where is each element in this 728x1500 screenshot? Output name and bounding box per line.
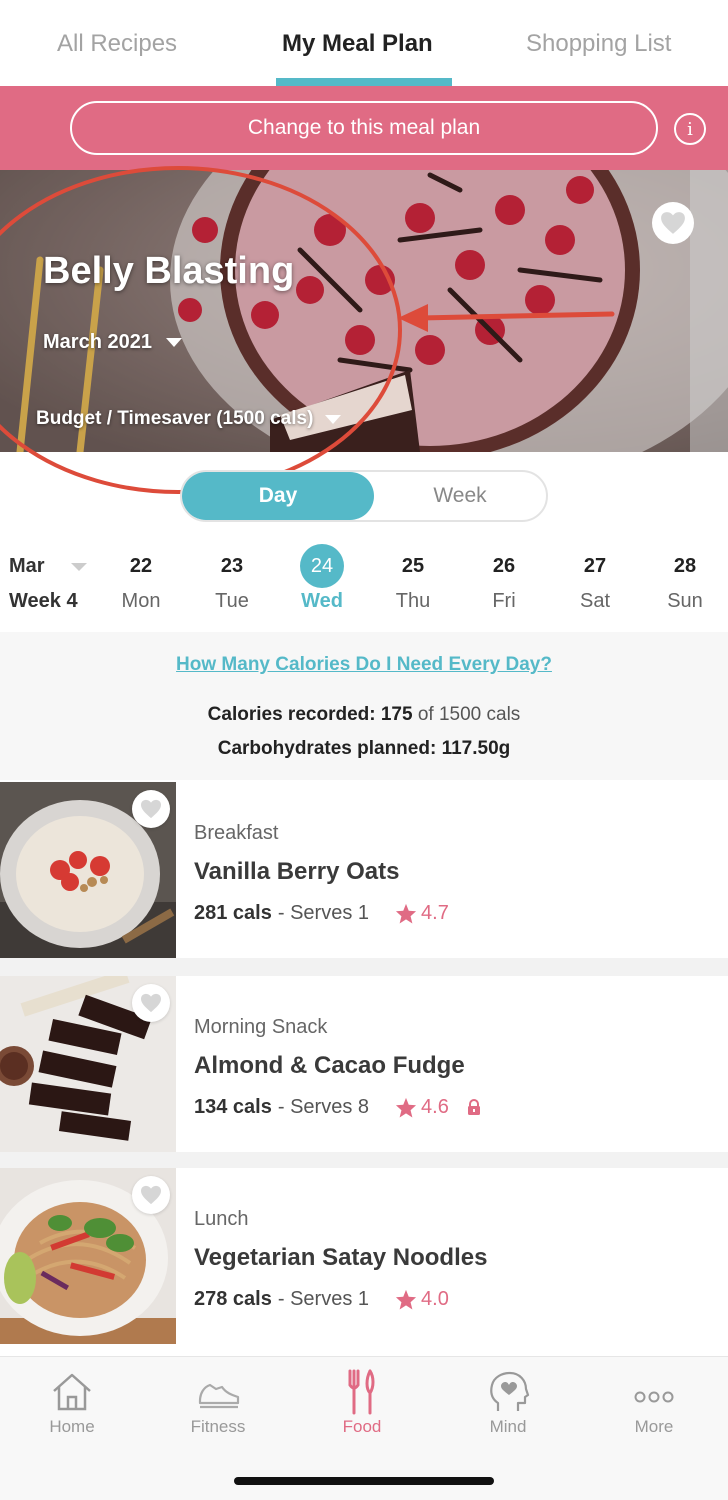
head-heart-icon [490,1371,530,1411]
meal-calories: 134 cals [194,1096,272,1118]
week-month-label[interactable]: Mar [9,555,45,578]
home-icon [53,1373,91,1411]
caret-down-icon [165,338,182,347]
calories-target: of 1500 cals [417,704,521,725]
month-label: March 2021 [43,331,152,353]
calories-recorded-value: 175 [380,704,413,725]
active-tab-indicator [276,78,452,86]
meal-calories: 278 cals [194,1288,272,1310]
day-number: 28 [673,555,697,577]
nav-label: Mind [489,1417,527,1436]
meal-rating: 4.0 [395,1288,449,1311]
top-tab-bar: All Recipes My Meal Plan Shopping List [0,0,728,86]
favorite-heart-icon[interactable] [132,984,170,1022]
info-icon[interactable]: i [674,113,706,145]
meal-type: Lunch [194,1208,249,1230]
shoe-icon [198,1383,240,1409]
meal-serves: - Serves 1 [277,1288,370,1310]
nav-label: Food [342,1417,382,1436]
day-number: 26 [492,555,516,577]
rating-value: 4.6 [421,1096,449,1118]
day-number: 27 [583,555,607,577]
day-name: Mon [121,590,161,612]
day-name: Thu [395,590,431,612]
favorite-heart-icon[interactable] [132,1176,170,1214]
calories-info-link[interactable]: How Many Calories Do I Need Every Day? [0,654,728,676]
tab-my-meal-plan[interactable]: My Meal Plan [282,30,433,58]
plan-selector[interactable]: Budget / Timesaver (1500 cals) [36,408,342,430]
month-selector[interactable]: March 2021 [43,331,182,354]
day-name: Sat [579,590,611,612]
meal-name: Vanilla Berry Oats [194,858,400,885]
caret-down-icon[interactable] [71,563,87,571]
meal-plan-hero: Belly Blasting March 2021 Budget / Times… [0,170,728,452]
meal-card-morning-snack[interactable]: Morning Snack Almond & Cacao Fudge 134 c… [0,976,728,1152]
day-toggle-button[interactable]: Day [182,472,374,520]
tab-all-recipes[interactable]: All Recipes [57,30,177,58]
meal-type: Breakfast [194,822,279,844]
nutrition-summary: How Many Calories Do I Need Every Day? C… [0,632,728,780]
day-name: Wed [301,590,343,612]
day-number: 24 [310,555,334,577]
meal-name: Almond & Cacao Fudge [194,1052,465,1079]
meal-plan-title: Belly Blasting [43,250,295,292]
meal-meta: 281 cals - Serves 1 4.7 [194,902,449,925]
divider [0,958,728,976]
meal-card-lunch[interactable]: Lunch Vegetarian Satay Noodles 278 cals … [0,1168,728,1344]
caret-down-icon [325,414,342,424]
meal-card-breakfast[interactable]: Breakfast Vanilla Berry Oats 281 cals - … [0,782,728,958]
week-selector: Mar Week 4 22 Mon 23 Tue 24 Wed 25 Thu 2… [0,540,728,630]
nav-label: More [634,1417,674,1436]
week-toggle-button[interactable]: Week [374,472,546,520]
star-icon [395,903,417,924]
favorite-heart-icon[interactable] [652,202,694,244]
meal-serves: - Serves 8 [277,1096,370,1118]
home-indicator [234,1477,494,1485]
meal-name: Vegetarian Satay Noodles [194,1244,488,1271]
rating-value: 4.7 [421,902,449,924]
nav-label: Fitness [190,1417,246,1436]
meal-type: Morning Snack [194,1016,328,1038]
plan-label: Budget / Timesaver (1500 cals) [36,408,314,429]
meal-meta: 278 cals - Serves 1 4.0 [194,1288,449,1311]
fork-knife-icon [348,1369,375,1415]
day-number: 25 [401,555,425,577]
calories-recorded: Calories recorded: 175 of 1500 cals [0,704,728,726]
meal-rating: 4.7 [395,902,449,925]
day-name: Sun [667,590,703,612]
day-number: 23 [220,555,244,577]
meal-calories: 281 cals [194,902,272,924]
day-name: Tue [215,590,249,612]
star-icon [395,1097,417,1118]
meal-rating: 4.6 [395,1096,449,1119]
nav-label: Home [49,1417,95,1436]
carbohydrates-planned: Carbohydrates planned: 117.50g [217,738,511,759]
day-name: Fri [492,590,516,612]
week-number-label: Week 4 [9,590,78,612]
star-icon [395,1289,417,1310]
more-icon [634,1391,674,1403]
calories-recorded-label: Calories recorded: [207,704,376,725]
day-week-toggle: Day Week [180,470,548,522]
lock-icon [467,1099,481,1116]
meal-meta: 134 cals - Serves 8 4.6 [194,1096,481,1119]
bottom-nav: Home Fitness Food Mind More [0,1356,728,1500]
meal-plan-banner: Change to this meal plan i [0,86,728,170]
day-number: 22 [129,555,153,577]
change-meal-plan-button[interactable]: Change to this meal plan [70,101,658,155]
rating-value: 4.0 [421,1288,449,1310]
favorite-heart-icon[interactable] [132,790,170,828]
tab-shopping-list[interactable]: Shopping List [526,30,671,58]
meal-serves: - Serves 1 [277,902,370,924]
